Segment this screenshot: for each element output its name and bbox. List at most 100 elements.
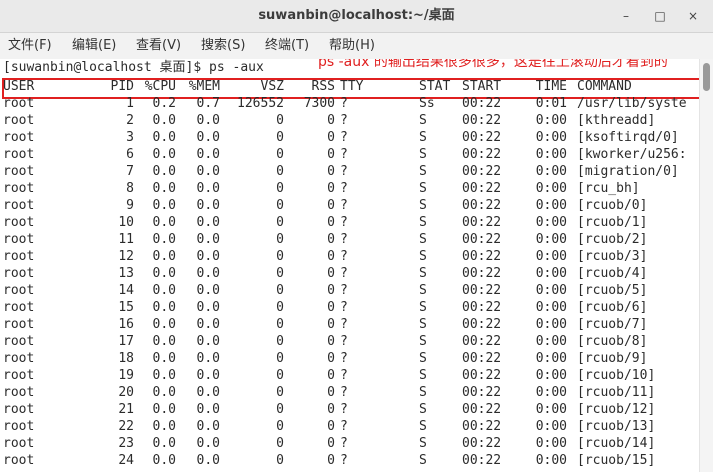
menu-edit[interactable]: 编辑(E) bbox=[72, 33, 116, 59]
process-row-rss: 0 bbox=[327, 334, 335, 349]
maximize-icon[interactable]: □ bbox=[649, 6, 671, 26]
process-row-pid: 7 bbox=[126, 164, 134, 179]
process-row-tty: ? bbox=[340, 181, 348, 196]
process-row-vsz: 0 bbox=[276, 181, 284, 196]
process-row-mem: 0.0 bbox=[196, 215, 220, 230]
ps-header-row-tty: TTY bbox=[340, 79, 364, 94]
process-row-start: 00:22 bbox=[462, 385, 502, 400]
terminal-output[interactable]: [suwanbin@localhost 桌面]$ ps -aux ps -aux… bbox=[0, 59, 700, 472]
process-row-command: [rcuob/13] bbox=[577, 419, 656, 434]
process-row-mem: 0.0 bbox=[196, 351, 220, 366]
process-row-cpu: 0.0 bbox=[152, 453, 176, 468]
process-row-time: 0:00 bbox=[535, 334, 567, 349]
process-row-vsz: 126552 bbox=[237, 96, 284, 111]
process-row-command: [rcuob/0] bbox=[577, 198, 648, 213]
process-row: root 18 0.0 0.0 0 0? S 00:22 0:00 [rcuob/9] bbox=[0, 350, 700, 367]
process-row-time: 0:00 bbox=[535, 198, 567, 213]
process-row-mem: 0.0 bbox=[196, 164, 220, 179]
process-row-rss: 0 bbox=[327, 402, 335, 417]
process-row-pid: 21 bbox=[118, 402, 134, 417]
process-row-vsz: 0 bbox=[276, 249, 284, 264]
process-row-command: [rcuob/4] bbox=[577, 266, 648, 281]
ps-header-row: USER PID %CPU %MEM VSZ RSS TTY STAT START TIME COM… bbox=[0, 78, 700, 95]
process-row-start: 00:22 bbox=[462, 368, 502, 383]
process-row-rss: 0 bbox=[327, 368, 335, 383]
process-row-cpu: 0.0 bbox=[152, 164, 176, 179]
minimize-icon[interactable]: – bbox=[615, 6, 637, 26]
process-row-mem: 0.0 bbox=[196, 300, 220, 315]
process-row-tty: ? bbox=[340, 96, 348, 111]
process-row-mem: 0.7 bbox=[196, 96, 220, 111]
process-row-start: 00:22 bbox=[462, 96, 502, 111]
process-row: root 1 0.2 0.7 126552 7300? Ss 00:22 0:01/usr/li… bbox=[0, 95, 700, 112]
process-row: root 3 0.0 0.0 0 0? S 00:22 0:00 [ksoftirqd/0] bbox=[0, 129, 700, 146]
process-row-tty: ? bbox=[340, 402, 348, 417]
process-row-pid: 24 bbox=[118, 453, 134, 468]
process-row-time: 0:00 bbox=[535, 453, 567, 468]
process-row-start: 00:22 bbox=[462, 453, 502, 468]
process-row-stat: S bbox=[419, 181, 427, 196]
process-row-stat: S bbox=[419, 419, 427, 434]
process-row-command: [kthreadd] bbox=[577, 113, 656, 128]
close-icon[interactable]: × bbox=[682, 6, 704, 26]
menu-file[interactable]: 文件(F) bbox=[8, 33, 52, 59]
process-row-command: [ksoftirqd/0] bbox=[577, 130, 679, 145]
process-row: root 15 0.0 0.0 0 0? S 00:22 0:00 [rcuob/6] bbox=[0, 299, 700, 316]
ps-header-row-vsz: VSZ bbox=[260, 79, 284, 94]
process-row-command: [rcuob/2] bbox=[577, 232, 648, 247]
process-row-pid: 1 bbox=[126, 96, 134, 111]
menu-view[interactable]: 查看(V) bbox=[136, 33, 181, 59]
process-row-mem: 0.0 bbox=[196, 436, 220, 451]
process-row-mem: 0.0 bbox=[196, 113, 220, 128]
scroll-thumb[interactable] bbox=[703, 63, 710, 91]
process-row-vsz: 0 bbox=[276, 385, 284, 400]
process-row-command: /usr/lib/syste bbox=[577, 96, 687, 111]
process-row-cpu: 0.0 bbox=[152, 334, 176, 349]
process-row: root 24 0.0 0.0 0 0? S 00:22 0:00 [rcuob/15] bbox=[0, 452, 700, 469]
process-row-stat: S bbox=[419, 283, 427, 298]
process-row: root 23 0.0 0.0 0 0? S 00:22 0:00 [rcuob/14] bbox=[0, 435, 700, 452]
process-row: root 17 0.0 0.0 0 0? S 00:22 0:00 [rcuob/8] bbox=[0, 333, 700, 350]
process-row: root 9 0.0 0.0 0 0? S 00:22 0:00 [rcuob/0] bbox=[0, 197, 700, 214]
process-row-user: root bbox=[3, 368, 35, 383]
process-row-pid: 13 bbox=[118, 266, 134, 281]
process-row-mem: 0.0 bbox=[196, 334, 220, 349]
process-row-mem: 0.0 bbox=[196, 181, 220, 196]
process-row-time: 0:00 bbox=[535, 215, 567, 230]
process-row-rss: 0 bbox=[327, 300, 335, 315]
process-row-start: 00:22 bbox=[462, 334, 502, 349]
process-row-mem: 0.0 bbox=[196, 283, 220, 298]
process-row-pid: 22 bbox=[118, 419, 134, 434]
menu-terminal[interactable]: 终端(T) bbox=[265, 33, 309, 59]
process-row-rss: 0 bbox=[327, 283, 335, 298]
process-row-time: 0:00 bbox=[535, 317, 567, 332]
process-row-pid: 20 bbox=[118, 385, 134, 400]
window-title: suwanbin@localhost:~/桌面 bbox=[258, 8, 455, 23]
process-row-start: 00:22 bbox=[462, 113, 502, 128]
process-row-time: 0:00 bbox=[535, 130, 567, 145]
process-row-tty: ? bbox=[340, 266, 348, 281]
process-row-vsz: 0 bbox=[276, 113, 284, 128]
process-row: root 2 0.0 0.0 0 0? S 00:22 0:00 [kthreadd] bbox=[0, 112, 700, 129]
process-row-command: [rcuob/14] bbox=[577, 436, 656, 451]
process-row-time: 0:00 bbox=[535, 368, 567, 383]
menu-help[interactable]: 帮助(H) bbox=[329, 33, 375, 59]
process-row-rss: 0 bbox=[327, 198, 335, 213]
process-row-command: [rcuob/10] bbox=[577, 368, 656, 383]
process-row-user: root bbox=[3, 181, 35, 196]
process-row-pid: 2 bbox=[126, 113, 134, 128]
process-row-pid: 18 bbox=[118, 351, 134, 366]
process-row-stat: S bbox=[419, 334, 427, 349]
process-row-user: root bbox=[3, 351, 35, 366]
process-row-time: 0:00 bbox=[535, 181, 567, 196]
process-row-rss: 7300 bbox=[303, 96, 335, 111]
menu-search[interactable]: 搜索(S) bbox=[201, 33, 245, 59]
process-row-tty: ? bbox=[340, 215, 348, 230]
process-row-tty: ? bbox=[340, 249, 348, 264]
scrollbar[interactable] bbox=[699, 59, 713, 472]
process-row-stat: Ss bbox=[419, 96, 435, 111]
process-row-command: [rcuob/5] bbox=[577, 283, 648, 298]
process-row-mem: 0.0 bbox=[196, 402, 220, 417]
process-row-rss: 0 bbox=[327, 181, 335, 196]
process-row-user: root bbox=[3, 147, 35, 162]
